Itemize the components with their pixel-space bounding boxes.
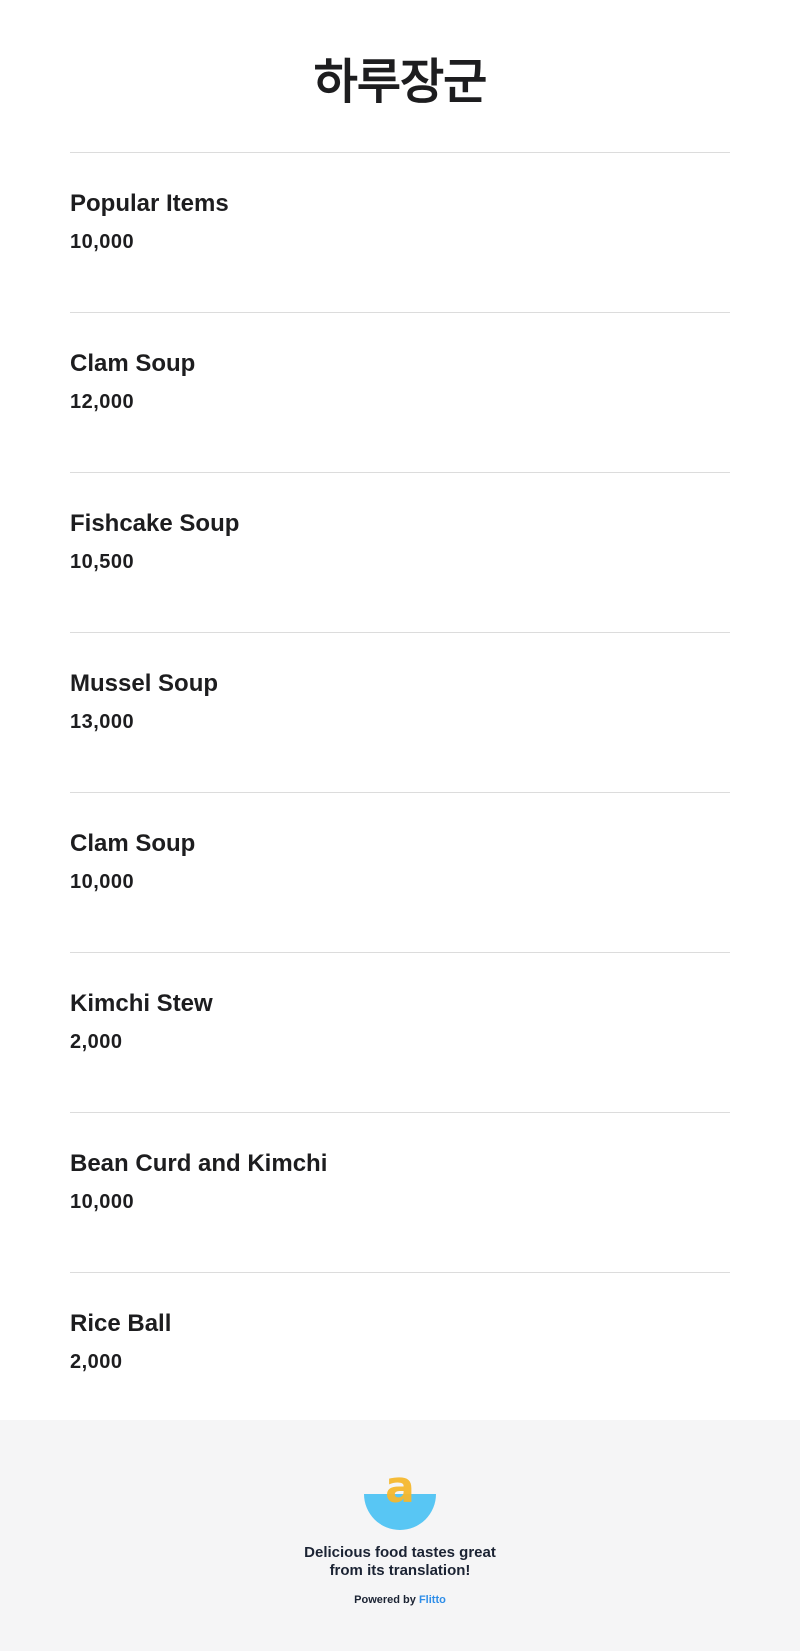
powered-by: Powered by Flitto xyxy=(354,1594,446,1606)
page-footer: a Delicious food tastes great from its t… xyxy=(0,1420,800,1651)
menu-item[interactable]: Bean Curd and Kimchi 10,000 xyxy=(70,1112,730,1272)
menu-item-name: Clam Soup xyxy=(70,830,196,857)
menu-item-price: 10,500 xyxy=(70,551,135,573)
menu-item-name: Bean Curd and Kimchi xyxy=(70,1150,328,1177)
menu-item-price: 2,000 xyxy=(70,1031,123,1053)
menu-item-price: 10,000 xyxy=(70,871,135,893)
menu-page: 하루장군 Popular Items 10,000 Clam Soup 12,0… xyxy=(0,0,800,1651)
tagline-line-2: from its translation! xyxy=(329,1562,471,1579)
menu-item[interactable]: Clam Soup 12,000 xyxy=(70,312,730,472)
menu-item-name: Clam Soup xyxy=(70,350,196,377)
menu-item-name: Rice Ball xyxy=(70,1310,172,1337)
menu-item[interactable]: Kimchi Stew 2,000 xyxy=(70,952,730,1112)
footer-tagline: Delicious food tastes great from its tra… xyxy=(304,1544,496,1580)
menu-item-name: Fishcake Soup xyxy=(70,510,240,537)
menu-item[interactable]: Rice Ball 2,000 xyxy=(70,1272,730,1420)
menu-item-price: 13,000 xyxy=(70,711,135,733)
menu-list: Popular Items 10,000 Clam Soup 12,000 Fi… xyxy=(0,152,800,1420)
tagline-line-1: Delicious food tastes great xyxy=(304,1544,496,1561)
flitto-link[interactable]: Flitto xyxy=(419,1594,446,1606)
menu-item[interactable]: Fishcake Soup 10,500 xyxy=(70,472,730,632)
flitto-bowl-logo-icon: a xyxy=(364,1462,436,1530)
menu-item-name: Mussel Soup xyxy=(70,670,219,697)
powered-by-label: Powered by xyxy=(354,1594,416,1606)
menu-item-price: 2,000 xyxy=(70,1351,123,1373)
menu-item-price: 10,000 xyxy=(70,231,135,253)
menu-item[interactable]: Clam Soup 10,000 xyxy=(70,792,730,952)
menu-item-name: Kimchi Stew xyxy=(70,990,213,1017)
menu-item-price: 10,000 xyxy=(70,1191,135,1213)
restaurant-title: 하루장군 xyxy=(313,54,488,110)
page-header: 하루장군 xyxy=(0,0,800,152)
menu-item[interactable]: Popular Items 10,000 xyxy=(70,152,730,312)
menu-item-price: 12,000 xyxy=(70,391,135,413)
logo-letter: a xyxy=(385,1462,415,1513)
menu-item-name: Popular Items xyxy=(70,190,229,217)
menu-item[interactable]: Mussel Soup 13,000 xyxy=(70,632,730,792)
